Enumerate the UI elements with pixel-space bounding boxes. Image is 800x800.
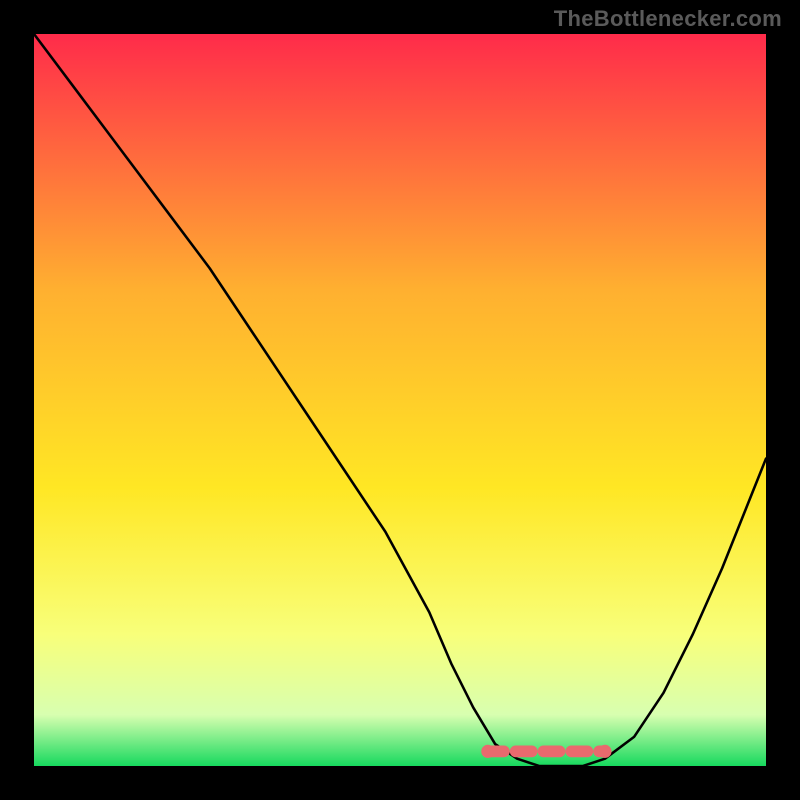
- chart-frame: [34, 34, 766, 766]
- attribution-text: TheBottlenecker.com: [554, 6, 782, 32]
- chart-wrapper: TheBottlenecker.com: [0, 0, 800, 800]
- bottleneck-chart: [34, 34, 766, 766]
- gradient-background: [34, 34, 766, 766]
